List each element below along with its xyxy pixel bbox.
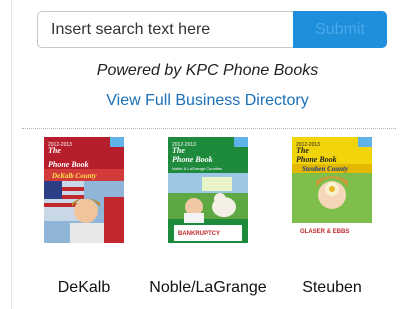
svg-text:GLASER & EBBS: GLASER & EBBS bbox=[300, 229, 349, 235]
svg-text:The: The bbox=[172, 146, 185, 155]
divider bbox=[22, 128, 396, 129]
powered-by-text: Powered by KPC Phone Books bbox=[96, 62, 319, 79]
svg-text:BANKRUPTCY: BANKRUPTCY bbox=[178, 231, 220, 237]
svg-text:Noble & LaGrange Counties: Noble & LaGrange Counties bbox=[172, 166, 222, 171]
svg-text:Phone Book: Phone Book bbox=[48, 160, 89, 169]
phone-book-list: 2012-2013 The Phone Book DeKalb County D… bbox=[22, 137, 396, 297]
svg-text:The: The bbox=[48, 146, 61, 155]
dekalb-cover-image[interactable]: 2012-2013 The Phone Book DeKalb County bbox=[44, 137, 124, 243]
book-steuben[interactable]: 2012-2013 The Phone Book Steuben County … bbox=[272, 137, 392, 297]
book-label-noble-lagrange[interactable]: Noble/LaGrange bbox=[148, 279, 268, 297]
book-noble-lagrange[interactable]: 2012-2013 The Phone Book Noble & LaGrang… bbox=[148, 137, 268, 297]
svg-text:The: The bbox=[296, 146, 309, 155]
noble-lagrange-cover-image[interactable]: 2012-2013 The Phone Book Noble & LaGrang… bbox=[168, 137, 248, 243]
svg-text:DeKalb County: DeKalb County bbox=[51, 172, 97, 180]
book-dekalb[interactable]: 2012-2013 The Phone Book DeKalb County D… bbox=[24, 137, 144, 297]
steuben-cover-image[interactable]: 2012-2013 The Phone Book Steuben County … bbox=[292, 137, 372, 243]
submit-button[interactable]: Submit bbox=[293, 11, 387, 48]
svg-text:Steuben County: Steuben County bbox=[302, 165, 349, 173]
book-label-dekalb[interactable]: DeKalb bbox=[24, 279, 144, 297]
book-label-steuben[interactable]: Steuben bbox=[272, 279, 392, 297]
search-input[interactable] bbox=[37, 11, 293, 48]
search-bar: Submit bbox=[37, 11, 387, 48]
svg-text:Phone Book: Phone Book bbox=[296, 155, 337, 164]
svg-text:Phone Book: Phone Book bbox=[172, 155, 213, 164]
view-directory-link[interactable]: View Full Business Directory bbox=[11, 92, 404, 110]
